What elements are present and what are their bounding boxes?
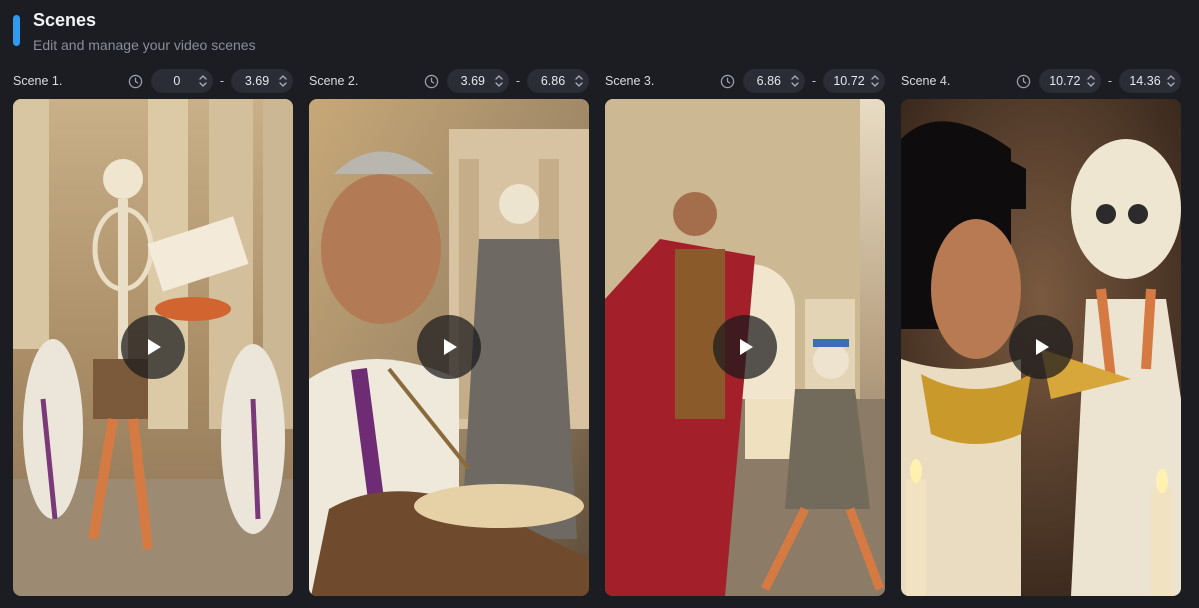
chevron-up-down-icon[interactable]: [493, 73, 505, 89]
clock-icon: [720, 74, 735, 88]
scene-label: Scene 4.: [901, 74, 951, 88]
play-icon: [740, 339, 753, 355]
accent-bar: [13, 15, 20, 46]
play-button[interactable]: [1009, 315, 1073, 379]
start-time-input[interactable]: 6.86: [742, 69, 805, 93]
end-time-input[interactable]: 10.72: [823, 69, 885, 93]
scene-header: Scene 3. 6.86 - 10.72: [605, 68, 885, 94]
start-time-input[interactable]: 10.72: [1038, 69, 1101, 93]
chevron-up-down-icon[interactable]: [277, 73, 289, 89]
chevron-up-down-icon[interactable]: [573, 73, 585, 89]
section-header: Scenes Edit and manage your video scenes: [13, 8, 256, 58]
start-time-input[interactable]: 3.69: [446, 69, 509, 93]
end-time-value: 6.86: [540, 74, 566, 88]
end-time-input[interactable]: 6.86: [527, 69, 589, 93]
play-button[interactable]: [417, 315, 481, 379]
scene-list: Scene 1. 0 - 3.69 Scene 2. 3.69 - 6.86 S…: [13, 68, 1181, 596]
start-time-value: 10.72: [1049, 74, 1081, 88]
end-time-input[interactable]: 14.36: [1119, 69, 1181, 93]
play-icon: [1036, 339, 1049, 355]
end-time-value: 3.69: [244, 74, 270, 88]
scene-header: Scene 1. 0 - 3.69: [13, 68, 293, 94]
play-button[interactable]: [121, 315, 185, 379]
range-separator: -: [1107, 74, 1112, 88]
scene-label: Scene 1.: [13, 74, 63, 88]
clock-icon: [1016, 74, 1031, 88]
scene-thumbnail[interactable]: [901, 99, 1181, 596]
chevron-up-down-icon[interactable]: [1085, 73, 1097, 89]
chevron-up-down-icon[interactable]: [1165, 73, 1177, 89]
scene-card: Scene 1. 0 - 3.69: [13, 68, 293, 596]
scene-thumbnail[interactable]: [13, 99, 293, 596]
scene-thumbnail[interactable]: [605, 99, 885, 596]
scene-label: Scene 2.: [309, 74, 359, 88]
scene-card: Scene 4. 10.72 - 14.36: [901, 68, 1181, 596]
scene-card: Scene 2. 3.69 - 6.86: [309, 68, 589, 596]
end-time-value: 10.72: [833, 74, 865, 88]
start-time-input[interactable]: 0: [150, 69, 213, 93]
end-time-input[interactable]: 3.69: [231, 69, 293, 93]
page-title: Scenes: [33, 10, 97, 30]
start-time-value: 0: [173, 74, 181, 88]
end-time-value: 14.36: [1129, 74, 1161, 88]
chevron-up-down-icon[interactable]: [869, 73, 881, 89]
chevron-up-down-icon[interactable]: [197, 73, 209, 89]
play-icon: [444, 339, 457, 355]
page-subtitle: Edit and manage your video scenes: [33, 37, 256, 53]
scene-header: Scene 2. 3.69 - 6.86: [309, 68, 589, 94]
start-time-value: 3.69: [460, 74, 485, 88]
clock-icon: [128, 74, 143, 88]
chevron-up-down-icon[interactable]: [789, 73, 801, 89]
scene-label: Scene 3.: [605, 74, 655, 88]
clock-icon: [424, 74, 439, 88]
range-separator: -: [219, 74, 224, 88]
scene-header: Scene 4. 10.72 - 14.36: [901, 68, 1181, 94]
scene-thumbnail[interactable]: [309, 99, 589, 596]
range-separator: -: [811, 74, 816, 88]
range-separator: -: [515, 74, 520, 88]
start-time-value: 6.86: [756, 74, 781, 88]
play-button[interactable]: [713, 315, 777, 379]
play-icon: [148, 339, 161, 355]
scene-card: Scene 3. 6.86 - 10.72: [605, 68, 885, 596]
